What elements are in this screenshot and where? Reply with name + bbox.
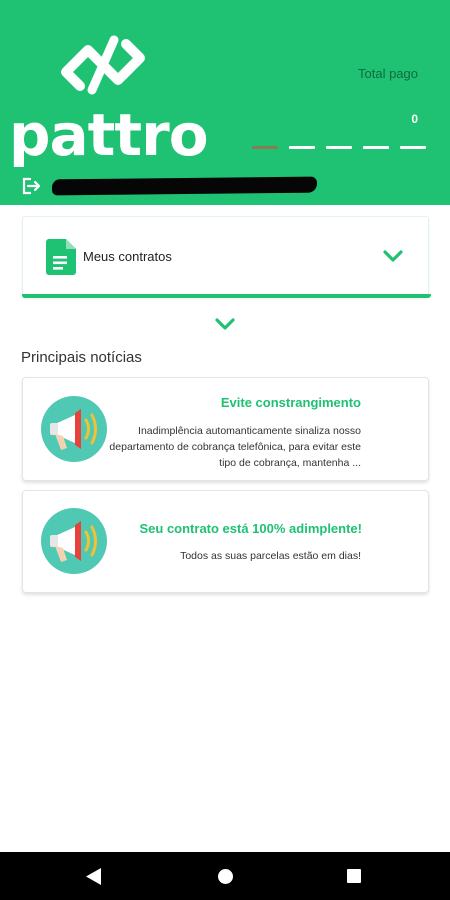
total-paid-label: Total pago xyxy=(358,66,418,81)
pattro-logo-icon xyxy=(61,35,145,95)
news-card[interactable]: Seu contrato está 100% adimplente! Todos… xyxy=(22,490,429,593)
progress-dash xyxy=(363,146,389,149)
news-body: Inadimplência automanticamente sinaliza … xyxy=(109,425,361,469)
recent-apps-icon[interactable] xyxy=(347,869,361,883)
home-icon[interactable] xyxy=(218,869,233,884)
megaphone-icon xyxy=(41,508,107,574)
system-navigation-bar xyxy=(0,852,450,900)
redacted-user-name xyxy=(51,176,318,196)
app-logo-text: pattro xyxy=(9,101,209,169)
total-paid-value: 0 xyxy=(411,112,418,126)
progress-dash xyxy=(289,146,315,149)
total-progress-dashes xyxy=(252,146,426,149)
news-title: Evite constrangimento xyxy=(220,395,361,410)
my-contracts-card[interactable]: Meus contratos xyxy=(22,216,431,298)
progress-dash xyxy=(326,146,352,149)
chevron-down-icon[interactable] xyxy=(382,245,404,267)
back-icon[interactable] xyxy=(86,868,102,885)
news-section-title: Principais notícias xyxy=(21,349,142,366)
news-body: Todos as suas parcelas estão em dias! xyxy=(180,550,361,562)
news-card[interactable]: Evite constrangimento Inadimplência auto… xyxy=(22,377,429,481)
progress-dash xyxy=(400,146,426,149)
contracts-card-accent-bar xyxy=(22,294,431,298)
my-contracts-label: Meus contratos xyxy=(83,249,172,264)
app-header: pattro Total pago 0 xyxy=(0,0,450,205)
progress-dash xyxy=(252,146,278,149)
logout-icon[interactable] xyxy=(22,177,42,195)
news-title: Seu contrato está 100% adimplente! xyxy=(139,521,362,536)
document-icon xyxy=(46,239,76,275)
expand-chevron-icon[interactable] xyxy=(213,315,237,335)
